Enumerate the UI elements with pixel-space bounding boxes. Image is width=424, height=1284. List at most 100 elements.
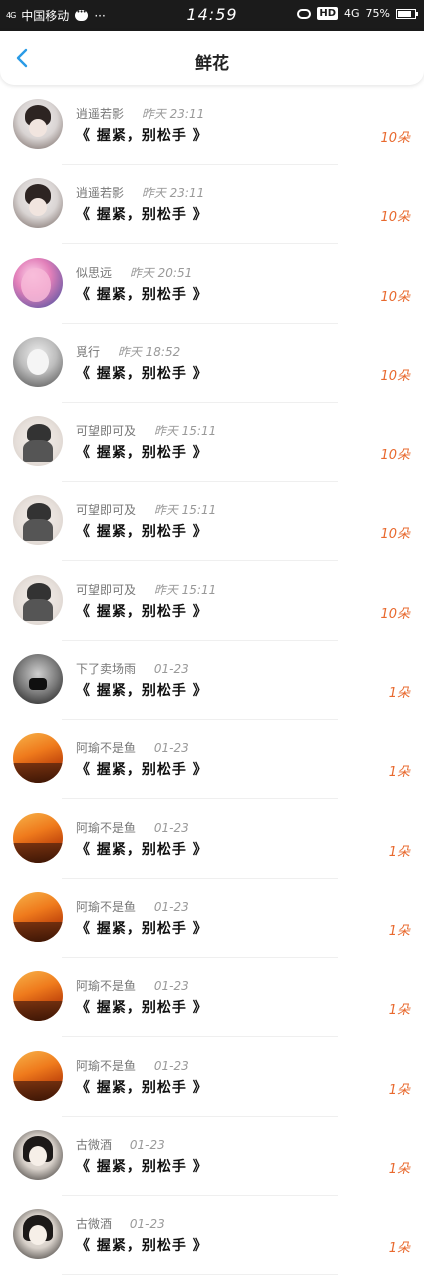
timestamp: 昨天 15:11 — [153, 424, 217, 439]
message-text: 《 握紧，别松手 》 — [76, 1238, 208, 1255]
divider — [62, 1115, 338, 1117]
status-bar: 4G 中国移动 ··· 14:59 HD 4G 75% — [0, 0, 424, 31]
list-item[interactable]: 似思远 昨天 20:51 《 握紧，别松手 》 10朵 — [0, 254, 424, 333]
avatar[interactable] — [13, 416, 63, 467]
avatar[interactable] — [13, 1050, 63, 1101]
message-text: 《 握紧，别松手 》 — [76, 1079, 208, 1096]
list-item[interactable]: 逍遥若影 昨天 23:11 《 握紧，别松手 》 10朵 — [0, 174, 424, 253]
name-line: 阿瑜不是鱼 01-23 — [76, 898, 189, 915]
timestamp: 01-23 — [153, 1058, 189, 1073]
avatar[interactable] — [13, 495, 63, 546]
avatar[interactable] — [13, 812, 63, 863]
timestamp: 昨天 15:11 — [153, 503, 217, 518]
timestamp: 昨天 18:52 — [117, 344, 181, 359]
name-line: 阿瑜不是鱼 01-23 — [76, 819, 189, 836]
timestamp: 01-23 — [129, 1217, 165, 1232]
timestamp: 01-23 — [153, 899, 189, 914]
name-line: 逍遥若影 昨天 23:11 — [76, 105, 204, 122]
flower-count: 10朵 — [380, 527, 410, 543]
name-line: 阿瑜不是鱼 01-23 — [76, 1057, 189, 1074]
name-line: 古微酒 01-23 — [76, 1215, 165, 1232]
name-line: 可望即可及 昨天 15:11 — [76, 501, 216, 518]
message-text: 《 握紧，别松手 》 — [76, 920, 208, 937]
flower-count: 1朵 — [388, 1003, 410, 1019]
divider — [62, 401, 338, 403]
message-text: 《 握紧，别松手 》 — [76, 762, 208, 779]
avatar[interactable] — [13, 574, 63, 625]
name-line: 古微酒 01-23 — [76, 1136, 165, 1153]
flower-list: 逍遥若影 昨天 23:11 《 握紧，别松手 》 10朵 逍遥若影 昨天 23:… — [0, 95, 424, 1284]
status-right: HD 4G 75% — [297, 7, 418, 20]
avatar[interactable] — [13, 1129, 63, 1180]
list-item[interactable]: 阿瑜不是鱼 01-23 《 握紧，别松手 》 1朵 — [0, 1047, 424, 1126]
network-type: 4G — [344, 7, 360, 20]
timestamp: 01-23 — [153, 662, 189, 677]
divider — [62, 877, 338, 879]
name-line: 可望即可及 昨天 15:11 — [76, 581, 216, 598]
name-line: 阿瑜不是鱼 01-23 — [76, 977, 189, 994]
user-name: 古微酒 — [76, 1137, 113, 1152]
list-item[interactable]: 下了卖场雨 01-23 《 握紧，别松手 》 1朵 — [0, 650, 424, 729]
timestamp: 01-23 — [129, 1137, 165, 1152]
timestamp: 昨天 15:11 — [153, 582, 217, 597]
user-name: 古微酒 — [76, 1217, 113, 1232]
divider — [62, 719, 338, 721]
message-text: 《 握紧，别松手 》 — [76, 603, 208, 620]
user-name: 逍遥若影 — [76, 107, 125, 121]
user-name: 可望即可及 — [76, 424, 137, 439]
list-item[interactable]: 逍遥若影 昨天 23:11 《 握紧，别松手 》 10朵 — [0, 95, 424, 174]
divider — [62, 243, 338, 245]
user-name: 覓行 — [76, 344, 101, 359]
list-item[interactable]: 可望即可及 昨天 15:11 《 握紧，别松手 》 10朵 — [0, 412, 424, 491]
avatar[interactable] — [13, 654, 63, 705]
list-item[interactable]: 古微酒 01-23 《 握紧，别松手 》 1朵 — [0, 1205, 424, 1284]
name-line: 似思远 昨天 20:51 — [76, 264, 192, 281]
list-item[interactable]: 覓行 昨天 18:52 《 握紧，别松手 》 10朵 — [0, 333, 424, 412]
timestamp: 01-23 — [153, 979, 189, 994]
avatar[interactable] — [13, 336, 63, 387]
divider — [62, 798, 338, 800]
avatar[interactable] — [13, 1209, 63, 1260]
name-line: 阿瑜不是鱼 01-23 — [76, 739, 189, 756]
flower-count: 10朵 — [380, 289, 410, 305]
list-item[interactable]: 阿瑜不是鱼 01-23 《 握紧，别松手 》 1朵 — [0, 967, 424, 1046]
name-line: 逍遥若影 昨天 23:11 — [76, 184, 204, 201]
list-item[interactable]: 古微酒 01-23 《 握紧，别松手 》 1朵 — [0, 1126, 424, 1205]
name-line: 可望即可及 昨天 15:11 — [76, 422, 216, 439]
flower-count: 1朵 — [388, 765, 410, 781]
timestamp: 01-23 — [153, 741, 189, 756]
avatar[interactable] — [13, 733, 63, 784]
divider — [62, 164, 338, 165]
flower-count: 10朵 — [380, 131, 410, 146]
divider — [62, 481, 338, 483]
message-text: 《 握紧，别松手 》 — [76, 207, 208, 224]
flower-count: 1朵 — [388, 923, 410, 939]
list-item[interactable]: 阿瑜不是鱼 01-23 《 握紧，别松手 》 1朵 — [0, 729, 424, 808]
page-title: 鲜花 — [195, 54, 229, 74]
message-text: 《 握紧，别松手 》 — [76, 445, 208, 462]
avatar[interactable] — [13, 178, 63, 229]
message-text: 《 握紧，别松手 》 — [76, 365, 208, 382]
message-text: 《 握紧，别松手 》 — [76, 1000, 208, 1017]
timestamp: 昨天 20:51 — [129, 265, 193, 280]
divider — [62, 1274, 338, 1276]
message-text: 《 握紧，别松手 》 — [76, 524, 208, 541]
timestamp: 01-23 — [153, 820, 189, 835]
divider — [62, 1036, 338, 1038]
avatar[interactable] — [13, 891, 63, 942]
divider — [62, 322, 338, 324]
flower-count: 1朵 — [388, 686, 410, 702]
list-item[interactable]: 阿瑜不是鱼 01-23 《 握紧，别松手 》 1朵 — [0, 809, 424, 888]
message-text: 《 握紧，别松手 》 — [76, 683, 208, 700]
list-item[interactable]: 可望即可及 昨天 15:11 《 握紧，别松手 》 10朵 — [0, 571, 424, 650]
divider — [62, 956, 338, 958]
list-item[interactable]: 可望即可及 昨天 15:11 《 握紧，别松手 》 10朵 — [0, 491, 424, 570]
avatar[interactable] — [13, 257, 63, 308]
list-item[interactable]: 阿瑜不是鱼 01-23 《 握紧，别松手 》 1朵 — [0, 888, 424, 967]
avatar[interactable] — [13, 971, 63, 1022]
message-text: 《 握紧，别松手 》 — [76, 841, 208, 858]
avatar[interactable] — [13, 99, 63, 149]
name-line: 覓行 昨天 18:52 — [76, 343, 180, 360]
user-name: 阿瑜不是鱼 — [76, 1058, 137, 1073]
link-icon — [297, 8, 312, 19]
